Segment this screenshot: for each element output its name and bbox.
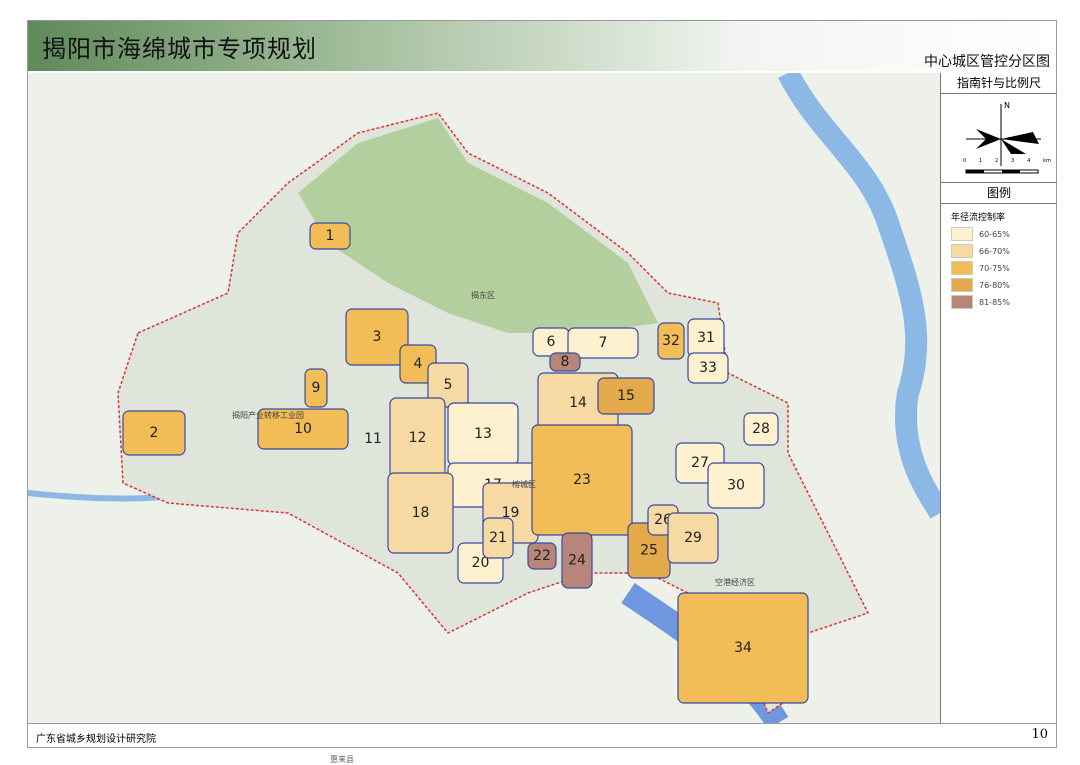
zone-label: 6 [547,334,556,350]
legend-item: 66-70% [951,244,1057,258]
legend-swatch [951,227,973,241]
legend-title: 图例 [941,183,1057,204]
zone-label: 18 [412,505,430,521]
zone-label: 9 [312,380,321,396]
zone-label: 27 [691,455,709,471]
scale-label: 4 [1027,158,1030,164]
zone-label: 5 [444,377,453,393]
legend-label: 76-80% [979,281,1010,290]
scale-label: 3 [1011,158,1014,164]
place-label: 榕城区 [512,479,536,489]
zone-label: 25 [640,543,658,559]
zone-label: 3 [373,329,382,345]
scale-label: 0 [963,158,966,164]
place-label: 揭东区 [471,290,495,300]
compass-scale: N 0 1 2 3 4 km [941,94,1057,183]
zone-label: 28 [752,421,770,437]
page-title: 揭阳市海绵城市专项规划 [42,29,317,64]
zone-label: 15 [617,388,635,404]
legend-item: 81-85% [951,295,1057,309]
legend-item: 60-65% [951,227,1057,241]
legend-swatch [951,295,973,309]
footer: 广东省城乡规划设计研究院 10 [28,723,1056,748]
zone-label: 1 [326,228,335,244]
legend-label: 81-85% [979,298,1010,307]
scale-label: 1 [979,158,982,164]
zone-label: 33 [699,360,717,376]
legend-item: 76-80% [951,278,1057,292]
zone-label: 22 [533,548,551,564]
zone-label: 2 [150,425,159,441]
legend-swatch [951,278,973,292]
legend: 60-65% 66-70% 70-75% 76-80% 81-85% [941,227,1057,309]
legend-item: 70-75% [951,261,1057,275]
legend-swatch [951,261,973,275]
zone-label: 29 [684,530,702,546]
zone-label: 32 [662,333,680,349]
legend-label: 60-65% [979,230,1010,239]
organization: 广东省城乡规划设计研究院 [36,730,156,745]
zone-label: 14 [569,395,587,411]
zone-label: 31 [697,330,715,346]
title-bar: 揭阳市海绵城市专项规划 中心城区管控分区图 [28,21,1056,71]
map-svg: 1234567891011121314151617181920212223242… [28,73,940,723]
zone-label: 23 [573,472,591,488]
zone-label: 21 [489,530,507,546]
zone-label: 24 [568,553,586,569]
zone-label: 7 [599,335,608,351]
place-label: 揭阳产业转移工业园 [232,410,304,420]
scale-label: km [1043,158,1051,164]
zone-label: 34 [734,640,752,656]
legend-swatch [951,244,973,258]
compass-title: 指南针与比例尺 [941,73,1057,94]
zone-label: 10 [294,421,312,437]
river [788,73,940,513]
north-label: N [1004,101,1010,110]
legend-subtitle: 年径流控制率 [951,210,1057,223]
scale-label: 2 [995,158,998,164]
legend-label: 66-70% [979,247,1010,256]
place-label: 空港经济区 [715,577,755,587]
map-sheet: 揭阳市海绵城市专项规划 中心城区管控分区图 123456789101112131… [27,20,1057,748]
map-subtitle: 中心城区管控分区图 [924,51,1050,71]
map-canvas[interactable]: 1234567891011121314151617181920212223242… [28,73,940,723]
zone-label: 30 [727,478,745,494]
page-number: 10 [1031,727,1048,742]
scale-labels: 0 1 2 3 4 km [963,158,1051,164]
sidebar: 指南针与比例尺 N 0 1 2 3 4 km 图例 年径流控制率 60-65% 66-70%… [940,73,1057,723]
zone-label: 11 [364,431,382,447]
zone-label: 12 [409,430,427,446]
zone-label: 4 [414,356,423,372]
below-label: 惠来县 [330,754,354,765]
legend-label: 70-75% [979,264,1010,273]
zone-label: 8 [561,354,570,370]
zone-label: 13 [474,426,492,442]
north-arrow-icon: N [941,94,1057,182]
